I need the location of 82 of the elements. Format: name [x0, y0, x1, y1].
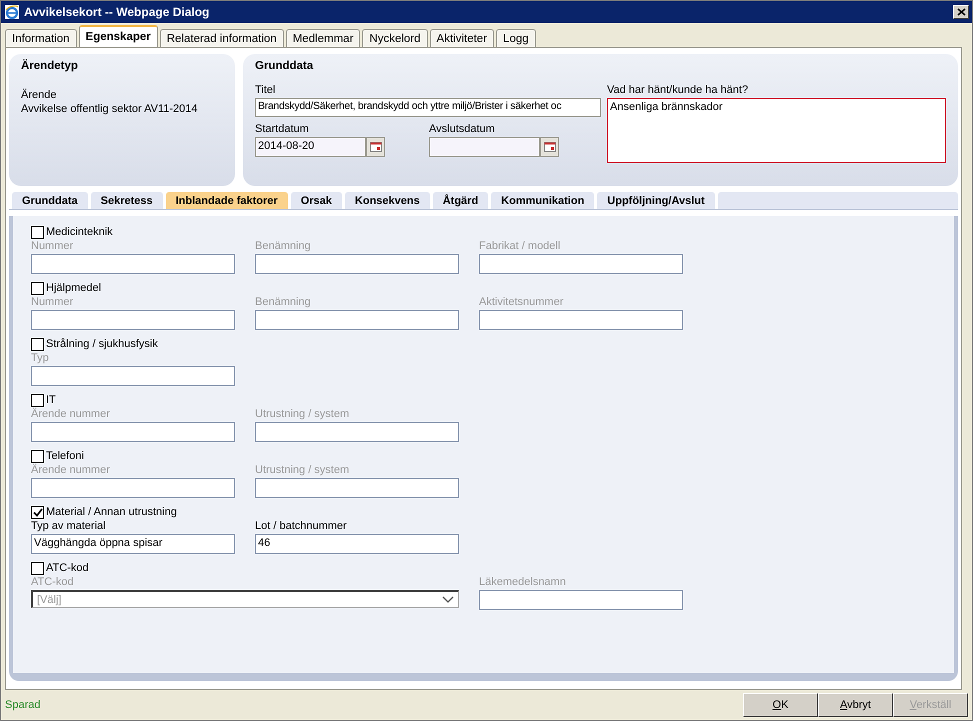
- tab[interactable]: Information: [5, 29, 77, 47]
- chevron-down-icon: [442, 596, 454, 603]
- checkbox-label: Telefoni: [46, 450, 84, 462]
- field-label: Startdatum: [255, 123, 310, 137]
- status-text: Sparad: [5, 699, 42, 711]
- tab[interactable]: Logg: [496, 29, 536, 47]
- text-area[interactable]: Ansenliga brännskador: [607, 98, 946, 163]
- checkbox-label: Strålning / sjukhusfysik: [46, 338, 158, 350]
- checkbox-label: Medicinteknik: [46, 226, 113, 238]
- calendar-icon: [544, 142, 556, 152]
- field-label: ATC-kod: [31, 576, 75, 590]
- date-field[interactable]: [429, 137, 540, 157]
- input-field[interactable]: [31, 254, 235, 274]
- date-field[interactable]: 2014-08-20: [255, 137, 366, 157]
- field-label: Nummer: [31, 240, 74, 254]
- input-field[interactable]: [31, 366, 235, 386]
- browser-icon: [4, 4, 20, 20]
- checkbox[interactable]: [31, 282, 44, 294]
- card-heading: Grunddata: [255, 60, 314, 72]
- dialog-button[interactable]: Avbryt: [818, 693, 893, 717]
- tab[interactable]: Uppföljning/Avslut: [597, 192, 715, 209]
- tab[interactable]: Aktiviteter: [430, 29, 494, 47]
- tab[interactable]: Sekretess: [90, 192, 163, 209]
- field-label: Lot / batchnummer: [255, 520, 348, 534]
- calendar-button[interactable]: [540, 137, 559, 157]
- field-label: Typ av material: [31, 520, 107, 534]
- checkbox[interactable]: [31, 450, 44, 462]
- field-label: Fabrikat / modell: [479, 240, 562, 254]
- field-label: Vad har hänt/kunde ha hänt?: [607, 84, 750, 98]
- title-field[interactable]: Brandskydd/Säkerhet, brandskydd och yttre miljö/Brister i säkerhet oc: [255, 98, 601, 117]
- input-field[interactable]: [255, 254, 459, 274]
- tab[interactable]: Kommunikation: [491, 192, 594, 209]
- input-field[interactable]: Vägghängda öppna spisar: [31, 534, 235, 554]
- tab[interactable]: Relaterad information: [160, 29, 284, 47]
- close-icon: [956, 8, 966, 16]
- field-label: Benämning: [255, 296, 312, 310]
- tab[interactable]: Orsak: [290, 192, 342, 209]
- tab[interactable]: Grunddata: [12, 192, 88, 209]
- case-label: Ärende: [21, 88, 58, 102]
- checkbox[interactable]: [31, 394, 44, 406]
- input-field[interactable]: [479, 310, 683, 330]
- field-label: Läkemedelsnamn: [479, 576, 567, 590]
- field-label: Utrustning / system: [255, 464, 350, 478]
- checkbox[interactable]: [31, 338, 44, 350]
- dialog-button[interactable]: OK: [743, 693, 818, 717]
- calendar-button[interactable]: [366, 137, 385, 157]
- input-field[interactable]: 46: [255, 534, 459, 554]
- input-field[interactable]: [31, 478, 235, 498]
- input-field[interactable]: [31, 422, 235, 442]
- field-label: Typ: [31, 352, 50, 366]
- tab[interactable]: Åtgärd: [432, 192, 488, 209]
- input-field[interactable]: [255, 478, 459, 498]
- field-label: Nummer: [31, 296, 74, 310]
- field-label: Ärende nummer: [31, 464, 111, 478]
- window-title: Avvikelsekort -- Webpage Dialog: [24, 5, 210, 19]
- case-value: Avvikelse offentlig sektor AV11-2014: [21, 102, 199, 116]
- tab[interactable]: Konsekvens: [344, 192, 430, 209]
- input-field[interactable]: [31, 310, 235, 330]
- close-button[interactable]: [953, 5, 969, 19]
- checkbox[interactable]: [31, 506, 44, 518]
- input-field[interactable]: [479, 254, 683, 274]
- calendar-icon: [370, 142, 382, 152]
- tab[interactable]: Medlemmar: [286, 29, 360, 47]
- card-heading: Ärendetyp: [21, 60, 79, 72]
- field-label: Benämning: [255, 240, 312, 254]
- input-field[interactable]: [255, 422, 459, 442]
- field-label: Utrustning / system: [255, 408, 350, 422]
- checkbox[interactable]: [31, 562, 44, 574]
- tab[interactable]: Egenskaper: [78, 25, 158, 47]
- field-label: Ärende nummer: [31, 408, 111, 422]
- checkbox-label: IT: [46, 394, 56, 406]
- input-field[interactable]: [255, 310, 459, 330]
- checkbox-label: Material / Annan utrustning: [46, 506, 177, 518]
- tab[interactable]: Inblandade faktorer: [166, 192, 288, 209]
- checkbox-label: Hjälpmedel: [46, 282, 102, 294]
- field-label: Aktivitetsnummer: [479, 296, 564, 310]
- tab[interactable]: Nyckelord: [362, 29, 428, 47]
- checkbox[interactable]: [31, 226, 44, 238]
- field-label: Avslutsdatum: [429, 123, 496, 137]
- checkbox-label: ATC-kod: [46, 562, 89, 574]
- input-field[interactable]: [479, 590, 683, 610]
- field-label: Titel: [255, 84, 276, 98]
